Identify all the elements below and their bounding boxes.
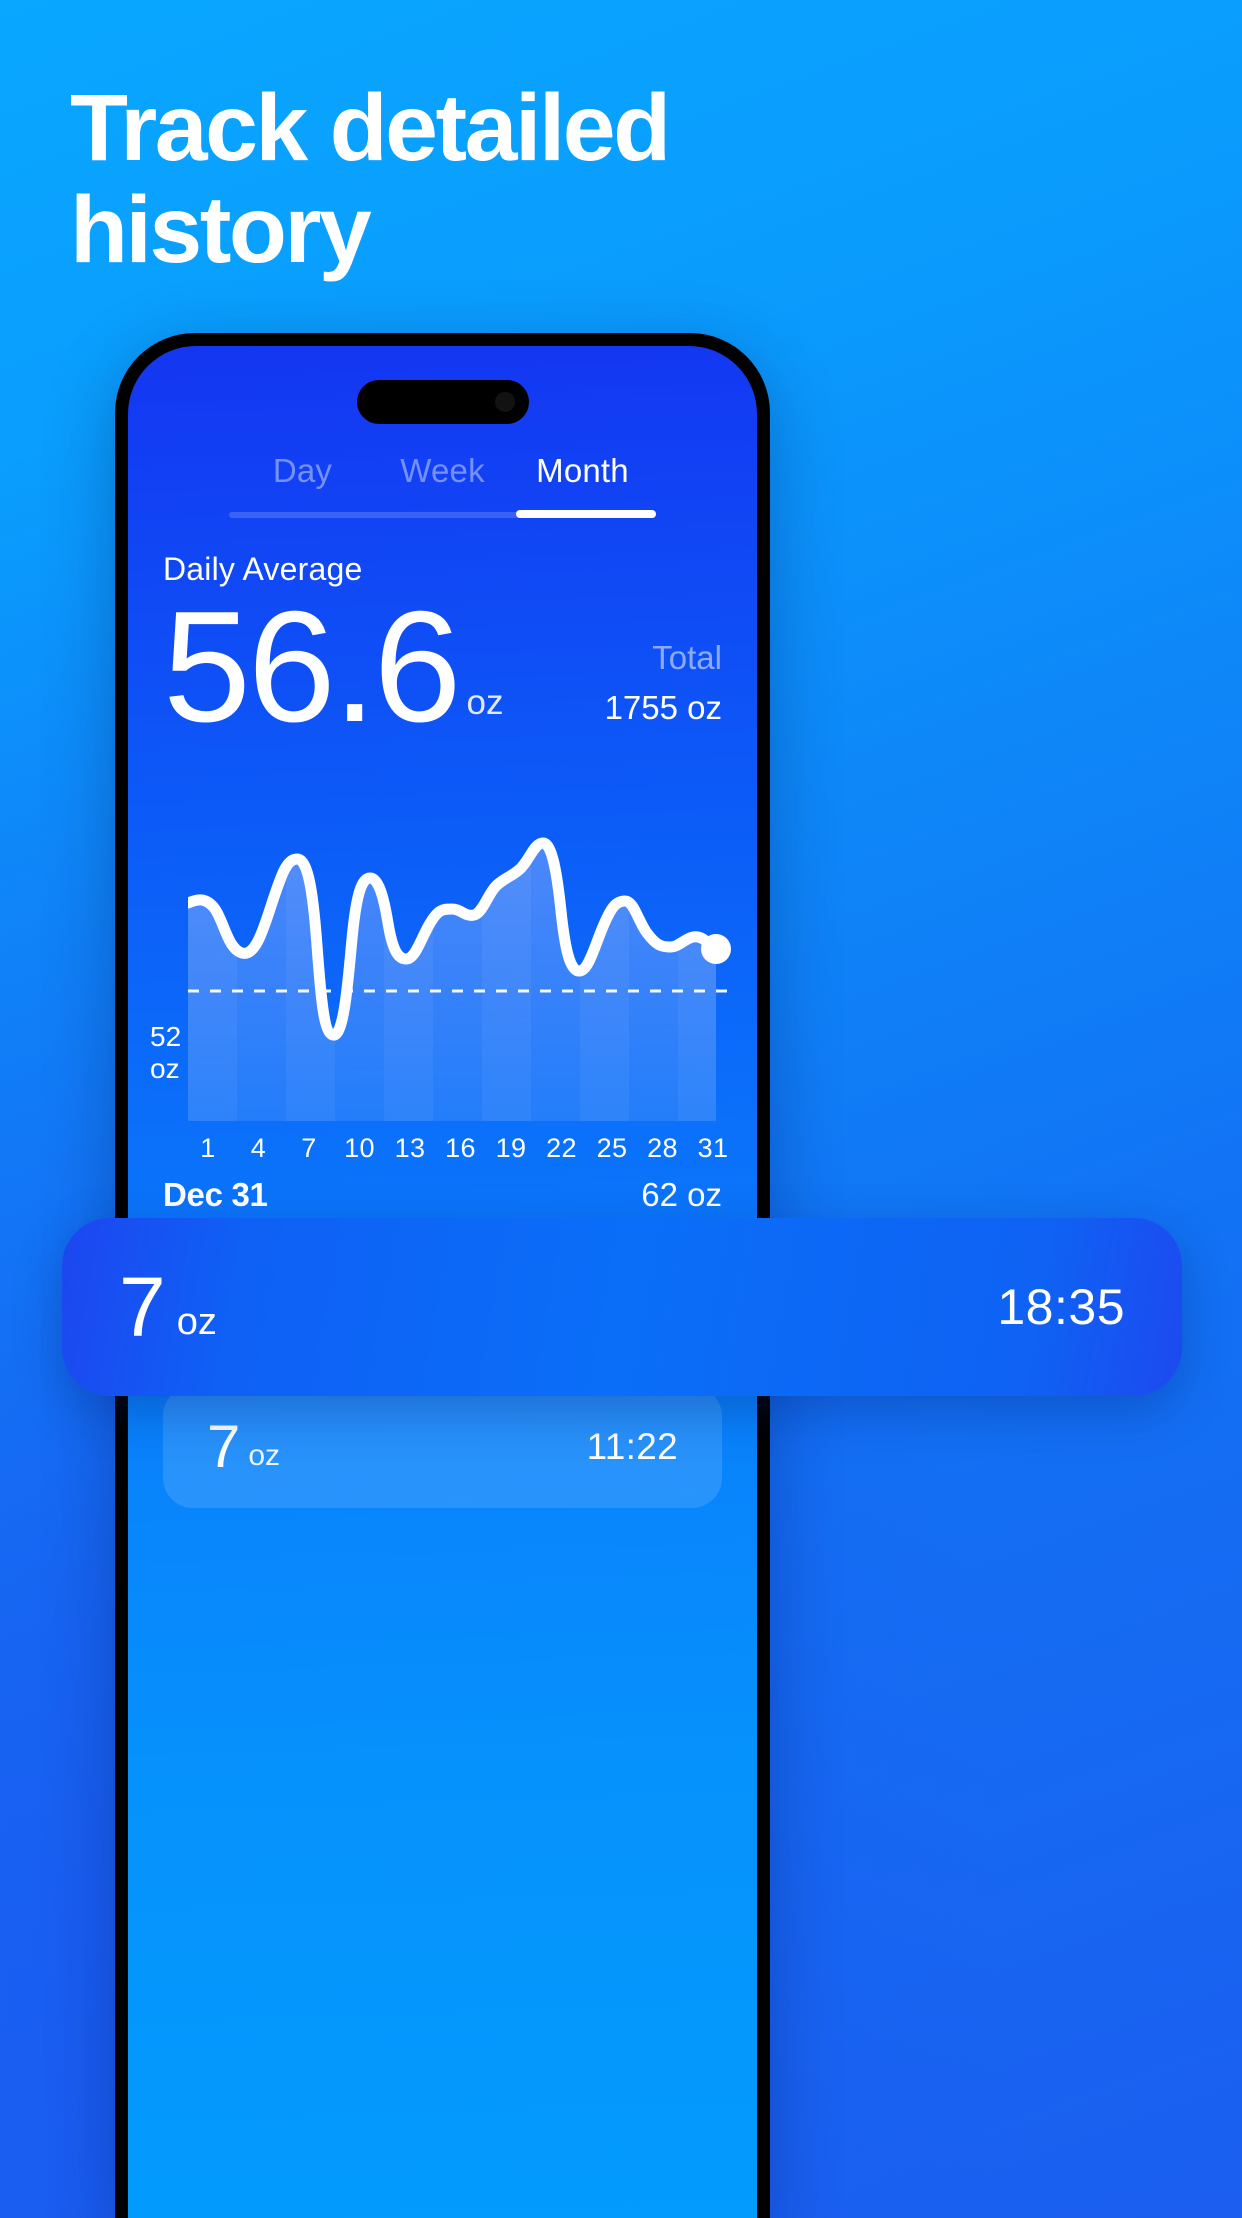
highlight-time: 18:35 bbox=[997, 1278, 1125, 1336]
selected-day-amount: 62 oz bbox=[641, 1176, 722, 1214]
dynamic-island bbox=[357, 380, 529, 424]
x-tick: 19 bbox=[491, 1133, 531, 1164]
total-label: Total bbox=[605, 637, 722, 678]
chart-endpoint-marker bbox=[701, 934, 731, 964]
tab-day[interactable]: Day bbox=[233, 452, 373, 512]
chart-svg bbox=[188, 781, 733, 1121]
x-tick: 10 bbox=[340, 1133, 380, 1164]
history-chart[interactable]: 52 oz bbox=[128, 781, 757, 1181]
x-tick: 31 bbox=[693, 1133, 733, 1164]
total-value: 1755 oz bbox=[605, 689, 722, 727]
daily-average-value: 56.6 bbox=[163, 586, 459, 749]
promo-headline: Track detailed history bbox=[70, 78, 890, 281]
selected-day-row: Dec 31 62 oz bbox=[163, 1176, 722, 1214]
x-tick: 22 bbox=[542, 1133, 582, 1164]
entry-amount: 7 bbox=[207, 1417, 239, 1477]
daily-average-value-group: 56.6 oz bbox=[163, 586, 503, 749]
average-line-label: 52 oz bbox=[150, 1021, 181, 1085]
x-tick: 4 bbox=[239, 1133, 279, 1164]
entry-unit: oz bbox=[248, 1439, 280, 1473]
x-tick: 28 bbox=[643, 1133, 683, 1164]
highlighted-entry-card[interactable]: 7 oz 18:35 bbox=[62, 1218, 1182, 1396]
highlight-amount: 7 bbox=[119, 1265, 165, 1349]
highlight-unit: oz bbox=[177, 1301, 217, 1344]
average-and-total-row: 56.6 oz Total 1755 oz bbox=[163, 586, 722, 749]
total-block: Total 1755 oz bbox=[605, 637, 722, 726]
x-tick: 13 bbox=[390, 1133, 430, 1164]
x-tick: 7 bbox=[289, 1133, 329, 1164]
daily-average-unit: oz bbox=[467, 683, 504, 723]
tab-active-indicator bbox=[516, 510, 656, 518]
x-tick: 16 bbox=[441, 1133, 481, 1164]
selected-day-date: Dec 31 bbox=[163, 1176, 268, 1214]
x-tick: 1 bbox=[188, 1133, 228, 1164]
tab-month[interactable]: Month bbox=[513, 452, 653, 512]
entry-amount-group: 7 oz bbox=[207, 1417, 280, 1477]
summary-section: Daily Average 56.6 oz Total 1755 oz bbox=[163, 551, 722, 749]
chart-area-fill bbox=[188, 781, 733, 1121]
tab-week[interactable]: Week bbox=[373, 452, 513, 512]
highlight-amount-group: 7 oz bbox=[119, 1265, 217, 1349]
period-tabs: Day Week Month bbox=[128, 452, 757, 512]
front-camera-icon bbox=[495, 392, 515, 412]
x-tick: 25 bbox=[592, 1133, 632, 1164]
entry-time: 11:22 bbox=[587, 1426, 678, 1468]
chart-x-axis: 1 4 7 10 13 16 19 22 25 28 31 bbox=[188, 1133, 733, 1164]
list-item[interactable]: 7 oz 11:22 bbox=[163, 1386, 722, 1508]
